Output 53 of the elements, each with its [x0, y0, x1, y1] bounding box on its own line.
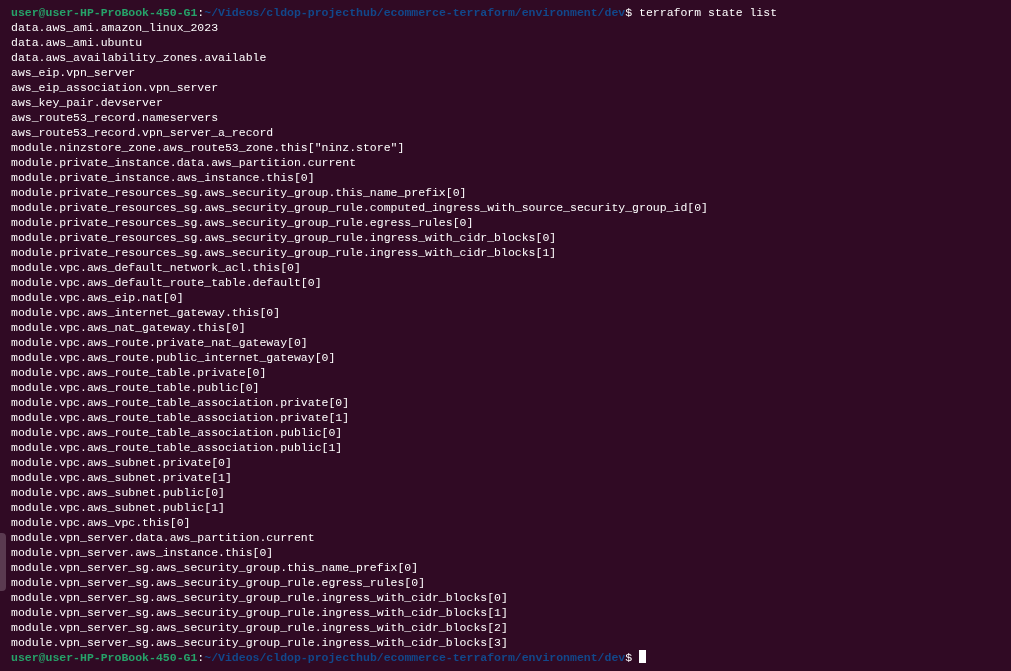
output-line: module.ninzstore_zone.aws_route53_zone.this["ninz.store"] — [11, 141, 405, 154]
output-line: module.private_resources_sg.aws_security_group_rule.egress_rules[0] — [11, 216, 474, 229]
output-line: module.vpc.aws_route.public_internet_gateway[0] — [11, 351, 336, 364]
output-line: module.vpn_server_sg.aws_security_group.this_name_prefix[0] — [11, 561, 419, 574]
output-line: aws_key_pair.devserver — [11, 96, 163, 109]
output-line: module.vpc.aws_route_table_association.public[0] — [11, 426, 343, 439]
output-line: module.vpc.aws_subnet.public[0] — [11, 486, 225, 499]
output-line: module.vpc.aws_nat_gateway.this[0] — [11, 321, 246, 334]
output-line: module.private_instance.data.aws_partition.current — [11, 156, 357, 169]
output-line: module.vpn_server_sg.aws_security_group_rule.ingress_with_cidr_blocks[1] — [11, 606, 508, 619]
output-line: module.vpn_server_sg.aws_security_group_rule.ingress_with_cidr_blocks[3] — [11, 636, 508, 649]
output-line: module.vpn_server_sg.aws_security_group_rule.egress_rules[0] — [11, 576, 426, 589]
prompt-separator: : — [197, 6, 205, 19]
output-line: module.private_instance.aws_instance.this[0] — [11, 171, 315, 184]
output-line: module.vpn_server_sg.aws_security_group_rule.ingress_with_cidr_blocks[0] — [11, 591, 508, 604]
output-line: module.private_resources_sg.aws_security_group_rule.computed_ingress_with_source_security_group_id[0] — [11, 201, 708, 214]
output-line: module.vpc.aws_route_table_association.private[1] — [11, 411, 350, 424]
command-text: terraform state list — [639, 6, 778, 19]
prompt-path: ~/Videos/cldop-projecthub/ecommerce-terraform/environment/dev — [204, 6, 626, 19]
prompt-user-host: user@user-HP-ProBook-450-G1 — [11, 6, 198, 19]
output-line: module.vpc.aws_route_table.private[0] — [11, 366, 267, 379]
output-line: module.vpc.aws_default_route_table.default[0] — [11, 276, 322, 289]
output-line: aws_eip_association.vpn_server — [11, 81, 219, 94]
output-line: module.private_resources_sg.aws_security_group.this_name_prefix[0] — [11, 186, 467, 199]
prompt-path: ~/Videos/cldop-projecthub/ecommerce-terraform/environment/dev — [204, 651, 626, 664]
output-line: module.vpc.aws_subnet.public[1] — [11, 501, 225, 514]
output-line: aws_route53_record.nameservers — [11, 111, 219, 124]
output-line: module.vpc.aws_route_table_association.private[0] — [11, 396, 350, 409]
scrollbar-thumb[interactable] — [0, 533, 6, 591]
output-line: module.vpc.aws_route_table.public[0] — [11, 381, 260, 394]
output-line: data.aws_ami.amazon_linux_2023 — [11, 21, 219, 34]
output-line: module.vpn_server.data.aws_partition.current — [11, 531, 315, 544]
output-line: module.vpc.aws_route.private_nat_gateway[0] — [11, 336, 308, 349]
output-line: data.aws_availability_zones.available — [11, 51, 267, 64]
prompt-user-host: user@user-HP-ProBook-450-G1 — [11, 651, 198, 664]
output-line: module.vpc.aws_vpc.this[0] — [11, 516, 191, 529]
text-cursor — [639, 650, 647, 663]
output-line: module.vpc.aws_subnet.private[0] — [11, 456, 232, 469]
output-line: module.vpn_server_sg.aws_security_group_rule.ingress_with_cidr_blocks[2] — [11, 621, 508, 634]
output-line: aws_eip.vpn_server — [11, 66, 136, 79]
output-line: module.vpn_server.aws_instance.this[0] — [11, 546, 274, 559]
output-line: data.aws_ami.ubuntu — [11, 36, 143, 49]
output-line: module.vpc.aws_subnet.private[1] — [11, 471, 232, 484]
output-line: module.vpc.aws_default_network_acl.this[0] — [11, 261, 301, 274]
output-line: module.vpc.aws_route_table_association.public[1] — [11, 441, 343, 454]
prompt-symbol: $ — [625, 6, 633, 19]
output-line: module.private_resources_sg.aws_security_group_rule.ingress_with_cidr_blocks[1] — [11, 246, 557, 259]
prompt-separator: : — [197, 651, 205, 664]
output-line: aws_route53_record.vpn_server_a_record — [11, 126, 274, 139]
output-line: module.vpc.aws_eip.nat[0] — [11, 291, 184, 304]
output-line: module.private_resources_sg.aws_security_group_rule.ingress_with_cidr_blocks[0] — [11, 231, 557, 244]
prompt-symbol: $ — [625, 651, 633, 664]
output-line: module.vpc.aws_internet_gateway.this[0] — [11, 306, 281, 319]
